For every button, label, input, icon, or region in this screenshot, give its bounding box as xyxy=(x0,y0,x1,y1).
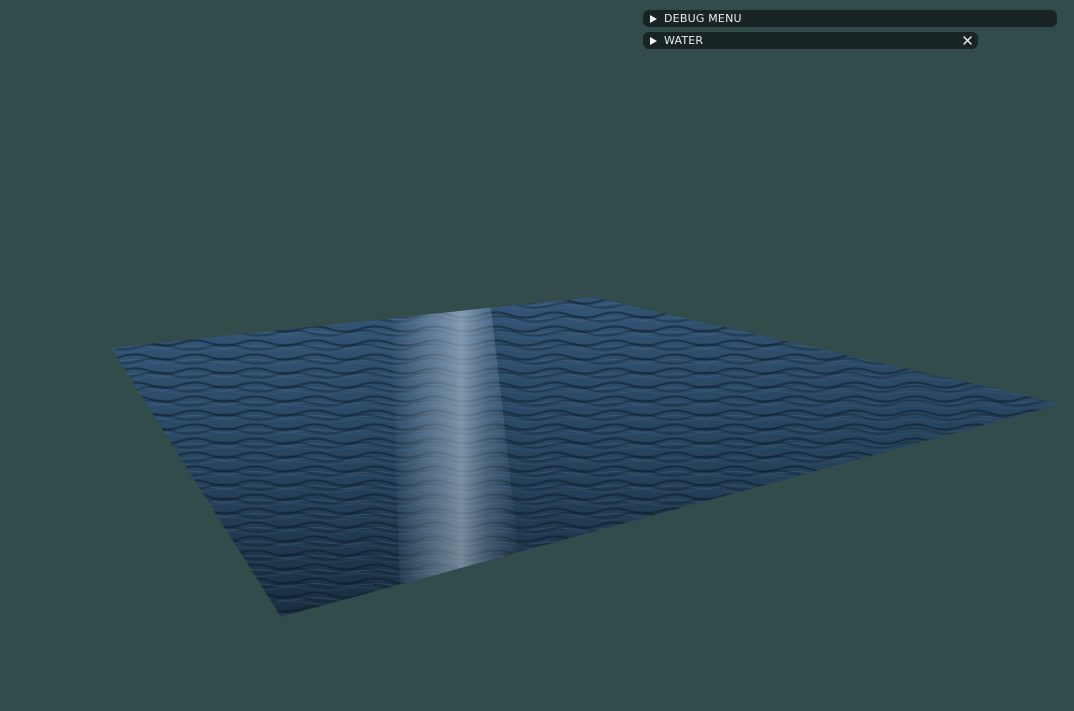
debug-menu-label: DEBUG MENU xyxy=(664,12,742,25)
collapse-arrow-icon xyxy=(650,14,657,23)
render-viewport[interactable]: DEBUG MENU WATER xyxy=(0,0,1074,711)
water-window-label: WATER xyxy=(664,34,704,47)
debug-menu-header[interactable]: DEBUG MENU xyxy=(643,10,1057,27)
water-scene xyxy=(111,297,1061,617)
water-window-header[interactable]: WATER xyxy=(643,32,978,49)
close-icon[interactable] xyxy=(961,32,973,49)
water-plane xyxy=(111,297,1061,617)
collapse-arrow-icon xyxy=(650,36,657,45)
